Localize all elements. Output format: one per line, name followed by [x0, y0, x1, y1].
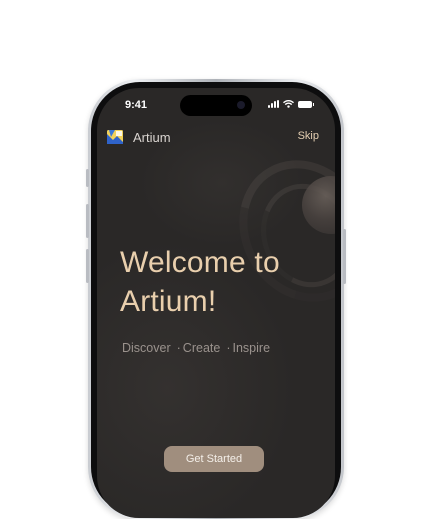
welcome-line-2: Artium!: [120, 285, 217, 318]
tagline-item: · Inspire: [226, 341, 270, 355]
tagline: Discover · Create · Inspire: [122, 341, 270, 355]
tagline-word: Discover: [122, 341, 171, 355]
tagline-dot: ·: [176, 341, 181, 355]
phone-frame: 9:41 Artium Skip Welcome to Artium! Disc…: [86, 79, 346, 519]
side-button-action: [86, 169, 89, 187]
wifi-icon: [283, 100, 294, 108]
side-button-volume-down: [86, 249, 89, 283]
skip-button[interactable]: Skip: [298, 130, 319, 142]
tagline-word: Inspire: [232, 341, 271, 355]
dynamic-island: [180, 95, 252, 116]
artium-logo-icon: [107, 130, 123, 144]
app-name: Artium: [133, 130, 171, 145]
tagline-word: Create: [182, 341, 221, 355]
side-button-volume-up: [86, 204, 89, 238]
top-bar: Artium Skip: [97, 128, 335, 150]
front-camera: [237, 101, 245, 109]
status-icons: [268, 100, 314, 108]
battery-icon: [298, 100, 314, 108]
cellular-signal-icon: [268, 100, 279, 108]
tagline-item: · Create: [177, 341, 221, 355]
status-time: 9:41: [125, 99, 148, 111]
welcome-line-1: Welcome to: [120, 246, 280, 279]
welcome-heading: Welcome to Artium!: [120, 243, 320, 321]
get-started-button[interactable]: Get Started: [164, 446, 264, 472]
side-button-power: [343, 229, 346, 284]
tagline-dot: ·: [226, 341, 231, 355]
app-screen: 9:41 Artium Skip Welcome to Artium! Disc…: [97, 88, 335, 518]
